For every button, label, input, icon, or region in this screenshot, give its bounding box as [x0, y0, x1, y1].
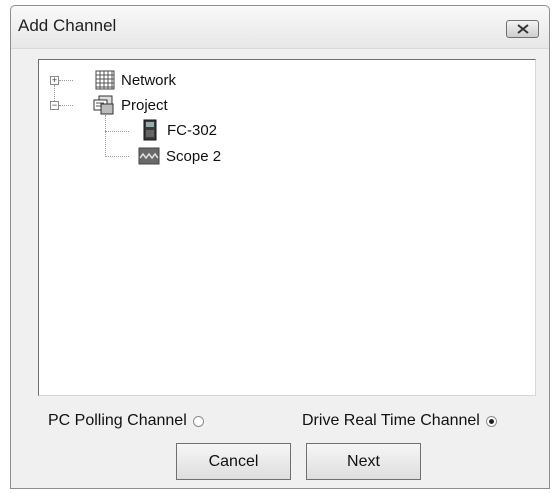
- drive-device-icon: [143, 119, 157, 141]
- network-grid-icon: [95, 70, 115, 90]
- tree-item-scope2[interactable]: Scope 2: [138, 146, 221, 166]
- tree-item-project[interactable]: Project: [93, 95, 168, 115]
- drive-realtime-label: Drive Real Time Channel: [302, 412, 480, 429]
- tree-connector: [105, 156, 129, 157]
- dialog-title: Add Channel: [18, 16, 117, 35]
- drive-realtime-radio[interactable]: [485, 415, 497, 427]
- scope-icon: [138, 147, 160, 165]
- tree-item-label: Project: [121, 96, 168, 114]
- tree-connector: [105, 131, 129, 132]
- tree-connector: [105, 115, 106, 157]
- channel-tree[interactable]: + Network − Project FC-302 Scope 2: [38, 59, 536, 396]
- tree-item-label: Network: [121, 71, 177, 89]
- pc-polling-label: PC Polling Channel: [48, 412, 187, 429]
- tree-item-fc302[interactable]: FC-302: [143, 119, 218, 141]
- project-icon: [93, 95, 114, 115]
- close-button[interactable]: [506, 20, 539, 38]
- tree-connector: [59, 105, 73, 106]
- add-channel-dialog: Add Channel + Network − Project FC-302 S…: [10, 5, 550, 489]
- tree-connector: [59, 80, 73, 81]
- tree-item-network[interactable]: Network: [95, 70, 176, 90]
- tree-connector: [54, 85, 55, 101]
- next-button[interactable]: Next: [306, 443, 421, 480]
- pc-polling-radio[interactable]: [192, 415, 204, 427]
- tree-item-label: Scope 2: [166, 147, 222, 165]
- pc-polling-option[interactable]: PC Polling Channel: [48, 412, 204, 430]
- close-icon: [516, 24, 529, 34]
- cancel-button[interactable]: Cancel: [176, 443, 291, 480]
- tree-item-label: FC-302: [167, 121, 218, 139]
- expand-network-toggle[interactable]: +: [50, 76, 59, 85]
- title-bar: Add Channel: [11, 6, 549, 49]
- collapse-project-toggle[interactable]: −: [50, 101, 59, 110]
- drive-realtime-option[interactable]: Drive Real Time Channel: [302, 412, 497, 430]
